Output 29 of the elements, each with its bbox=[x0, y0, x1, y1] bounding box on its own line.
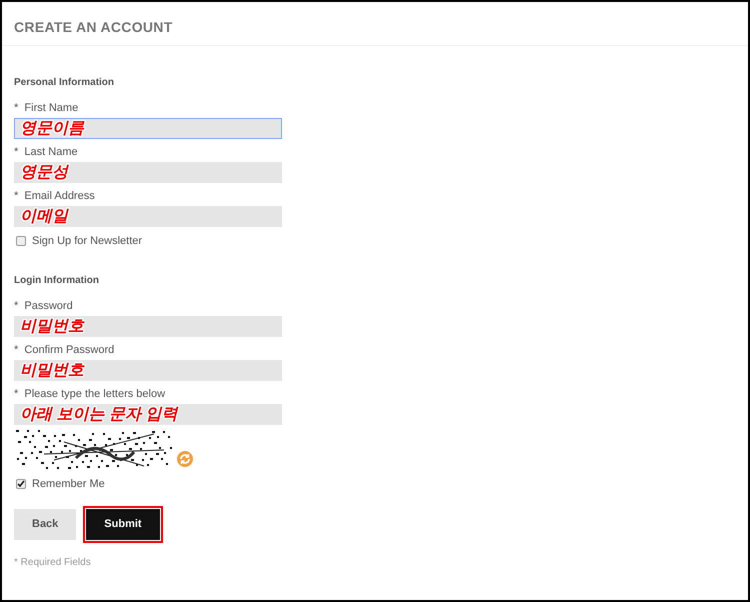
checkbox-label: Sign Up for Newsletter bbox=[32, 234, 142, 249]
section-heading: Login Information bbox=[14, 274, 100, 288]
input-field[interactable]: 영문성 bbox=[14, 162, 282, 183]
annotation-text: 아래 보이는 문자 입력 bbox=[20, 404, 178, 424]
annotation-text: 영문이름 bbox=[20, 119, 84, 138]
page-title: CREATE AN ACCOUNT bbox=[14, 18, 174, 37]
required-note: * Required Fields bbox=[14, 556, 92, 570]
input-field[interactable]: 비밀번호 bbox=[14, 360, 282, 380]
annotation-text: 영문성 bbox=[20, 163, 68, 182]
field-label: * Password bbox=[14, 300, 73, 312]
section-heading: Personal Information bbox=[14, 76, 116, 90]
field-label: * Confirm Password bbox=[14, 344, 114, 356]
submit-button[interactable]: Submit bbox=[86, 509, 160, 540]
back-button[interactable]: Back bbox=[14, 509, 76, 540]
checkbox-label: Remember Me bbox=[32, 476, 105, 492]
input-field[interactable]: 이메일 bbox=[14, 206, 282, 227]
annotation-text: 이메일 bbox=[20, 207, 68, 226]
checkbox[interactable] bbox=[16, 236, 26, 246]
field-label: * Email Address bbox=[14, 190, 95, 203]
field-label: * Last Name bbox=[14, 146, 78, 159]
annotation-text: 비밀번호 bbox=[20, 316, 84, 336]
input-field[interactable]: 비밀번호 bbox=[14, 316, 282, 336]
input-field[interactable]: 아래 보이는 문자 입력 bbox=[14, 404, 282, 424]
annotation-text: 비밀번호 bbox=[20, 360, 84, 380]
checkbox[interactable] bbox=[16, 478, 26, 489]
field-label: * Please type the letters below bbox=[14, 388, 166, 400]
field-label: * First Name bbox=[14, 102, 78, 115]
input-field[interactable]: 영문이름 bbox=[14, 118, 282, 139]
refresh-icon[interactable] bbox=[176, 450, 194, 468]
